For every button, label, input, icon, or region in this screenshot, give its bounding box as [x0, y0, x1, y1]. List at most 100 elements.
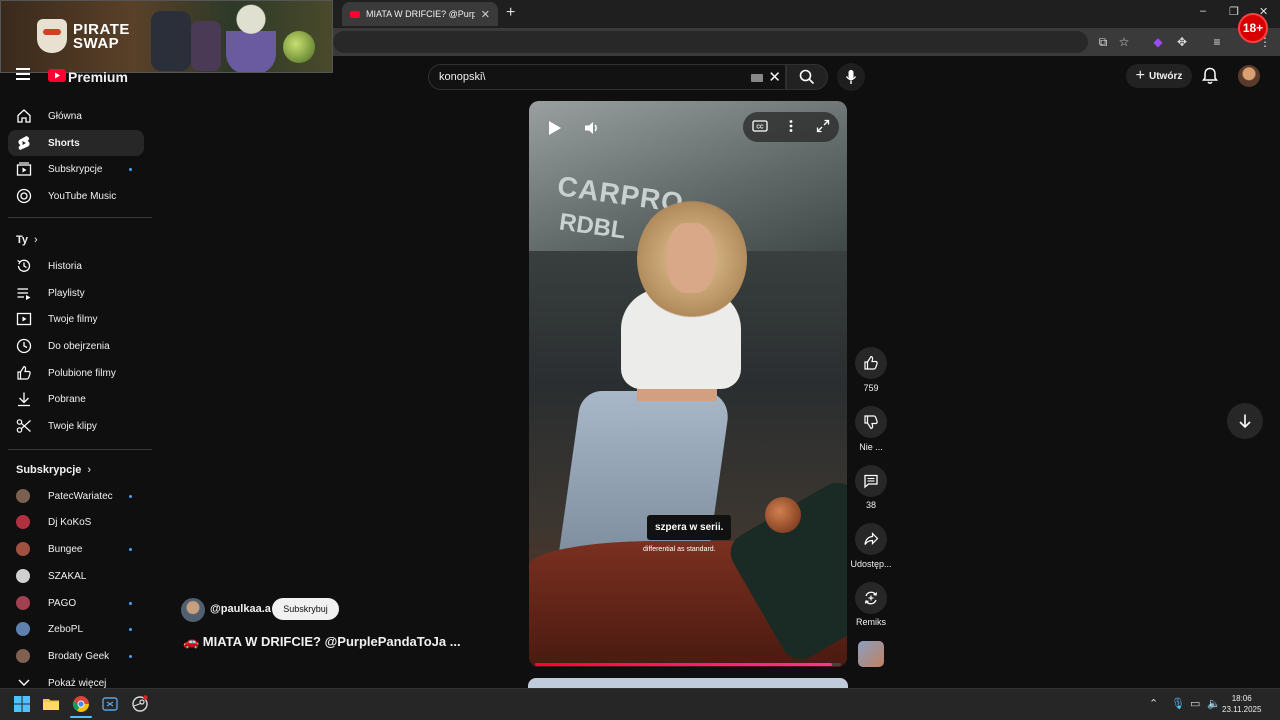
channel-avatar	[16, 596, 30, 610]
shorts-icon	[16, 135, 32, 151]
channel-avatar[interactable]	[181, 598, 205, 622]
network-icon[interactable]: ▭	[1190, 697, 1200, 710]
history-icon	[16, 258, 32, 274]
sidebar-subscription-item[interactable]: Dj KoKoS	[8, 509, 144, 535]
youtube-favicon-icon	[350, 10, 360, 18]
premium-logo-text[interactable]: Premium	[68, 69, 128, 85]
video-title[interactable]: 🚗 MIATA W DRIFCIE? @PurplePandaToJa ...	[183, 634, 461, 650]
sidebar-subscription-item[interactable]: PAGO	[8, 590, 144, 616]
shorts-video-player[interactable]: CARPRO RDBL	[529, 101, 847, 667]
svg-text:CC: CC	[756, 125, 764, 131]
taskbar-clock[interactable]: 18:06 23.11.2025	[1222, 693, 1261, 715]
sidebar-item-subscriptions[interactable]: Subskrypcje	[8, 156, 144, 182]
subscription-label: PatecWariatec	[48, 490, 113, 502]
arrow-down-icon	[1239, 414, 1251, 429]
microphone-tray-icon[interactable]: 🎙	[1171, 697, 1185, 710]
more-options-button[interactable]	[784, 119, 798, 138]
play-button[interactable]	[547, 119, 563, 142]
sidebar-item-shorts[interactable]: Shorts	[8, 130, 144, 156]
file-explorer-icon[interactable]	[42, 695, 60, 713]
sidebar-subscription-item[interactable]: SZAKAL	[8, 563, 144, 589]
windows-start-icon[interactable]	[13, 695, 31, 713]
ad-brand: PIRATE SWAP	[73, 21, 130, 52]
play-icon	[549, 121, 561, 135]
sound-thumbnail[interactable]	[858, 641, 884, 667]
sidebar-item-playlists[interactable]: Playlisty	[8, 280, 144, 306]
video-gear-knob	[765, 497, 801, 533]
ad-banner[interactable]: PIRATE SWAP	[0, 0, 333, 73]
your-videos-icon	[16, 311, 32, 327]
subscribe-button[interactable]: Subskrybuj	[272, 598, 339, 620]
sidebar-you-header[interactable]: Ty ›	[16, 234, 38, 246]
home-icon	[16, 108, 32, 124]
like-button[interactable]	[855, 347, 887, 379]
like-count: 759	[863, 383, 879, 393]
caption-main: szpera w serii.	[647, 515, 732, 540]
search-value: konopski\	[439, 71, 486, 83]
sidebar-item-youtube-music[interactable]: YouTube Music	[8, 183, 144, 209]
keyboard-icon[interactable]	[751, 74, 763, 82]
search-button[interactable]	[786, 64, 828, 90]
active-app-indicator	[70, 716, 92, 718]
sidebar-item-label: Playlisty	[48, 287, 85, 299]
sidebar-subscription-item[interactable]: Bungee	[8, 536, 144, 562]
new-content-dot	[129, 628, 132, 631]
fullscreen-button[interactable]	[816, 119, 830, 138]
ad-orb-image	[283, 31, 315, 63]
sidebar-item-downloads[interactable]: Pobrane	[8, 386, 144, 412]
dislike-button[interactable]	[855, 406, 887, 438]
progress-bar	[535, 663, 832, 666]
captions-button[interactable]: CC	[752, 119, 768, 138]
thumbs-up-icon	[864, 355, 878, 370]
channel-name[interactable]: @paulkaa.a	[210, 603, 271, 615]
volume-tray-icon[interactable]: 🔈	[1207, 697, 1221, 710]
extensions-puzzle-icon[interactable]: ✥	[1174, 34, 1190, 50]
search-input[interactable]: konopski\ ✕	[428, 64, 786, 90]
clear-search-icon[interactable]: ✕	[768, 68, 781, 86]
download-icon	[16, 391, 32, 407]
sidebar-item-your-clips[interactable]: Twoje klipy	[8, 413, 144, 439]
bookmark-star-icon[interactable]: ☆	[1116, 34, 1132, 50]
address-bar[interactable]	[333, 31, 1088, 53]
new-tab-button[interactable]: +	[506, 4, 515, 22]
sidebar-item-label: Historia	[48, 260, 82, 272]
new-content-dot	[129, 655, 132, 658]
tab-close-icon[interactable]: ✕	[481, 8, 490, 21]
install-app-icon[interactable]: ⧉	[1095, 34, 1111, 50]
share-button[interactable]	[855, 523, 887, 555]
new-content-dot	[129, 168, 132, 171]
voice-search-button[interactable]	[837, 63, 865, 91]
remix-label: Remiks	[855, 617, 886, 627]
sidebar-subscription-item[interactable]: PatecWariatec	[8, 483, 144, 509]
extension-icon[interactable]: ◆	[1150, 34, 1166, 50]
browser-tab[interactable]: MIATA W DRIFCIE? @Purpl ✕	[342, 2, 498, 26]
next-video-button[interactable]	[1227, 403, 1263, 439]
media-control-icon[interactable]: ≡	[1209, 34, 1225, 50]
steam-icon[interactable]	[131, 695, 149, 713]
volume-button[interactable]	[583, 119, 601, 142]
create-button[interactable]: + Utwórz	[1126, 64, 1192, 88]
sidebar-subscription-item[interactable]: ZeboPL	[8, 616, 144, 642]
sidebar-item-liked-videos[interactable]: Polubione filmy	[8, 360, 144, 386]
sidebar-item-watch-later[interactable]: Do obejrzenia	[8, 333, 144, 359]
ad-jar-image	[191, 21, 221, 71]
captions-icon: CC	[752, 120, 768, 132]
youtube-logo-icon[interactable]	[48, 69, 66, 82]
minimize-button[interactable]: –	[1200, 5, 1206, 17]
sidebar-divider	[8, 449, 152, 450]
sidebar-subscription-item[interactable]: Brodaty Geek	[8, 643, 144, 669]
sidebar-item-your-videos[interactable]: Twoje filmy	[8, 306, 144, 332]
sidebar-subscriptions-header[interactable]: Subskrypcje ›	[16, 464, 91, 476]
notifications-bell-icon[interactable]	[1202, 67, 1218, 90]
sidebar-divider	[8, 217, 152, 218]
sidebar-item-history[interactable]: Historia	[8, 253, 144, 279]
sidebar-item-home[interactable]: Główna	[8, 103, 144, 129]
app-icon[interactable]	[101, 695, 119, 713]
tray-expand-icon[interactable]: ⌃	[1149, 697, 1158, 710]
chrome-icon[interactable]	[72, 695, 90, 713]
account-avatar[interactable]	[1238, 65, 1260, 87]
comments-button[interactable]	[855, 465, 887, 497]
hamburger-menu-icon[interactable]	[16, 68, 30, 80]
remix-button[interactable]	[855, 582, 887, 614]
maximize-button[interactable]: ❐	[1229, 5, 1239, 18]
